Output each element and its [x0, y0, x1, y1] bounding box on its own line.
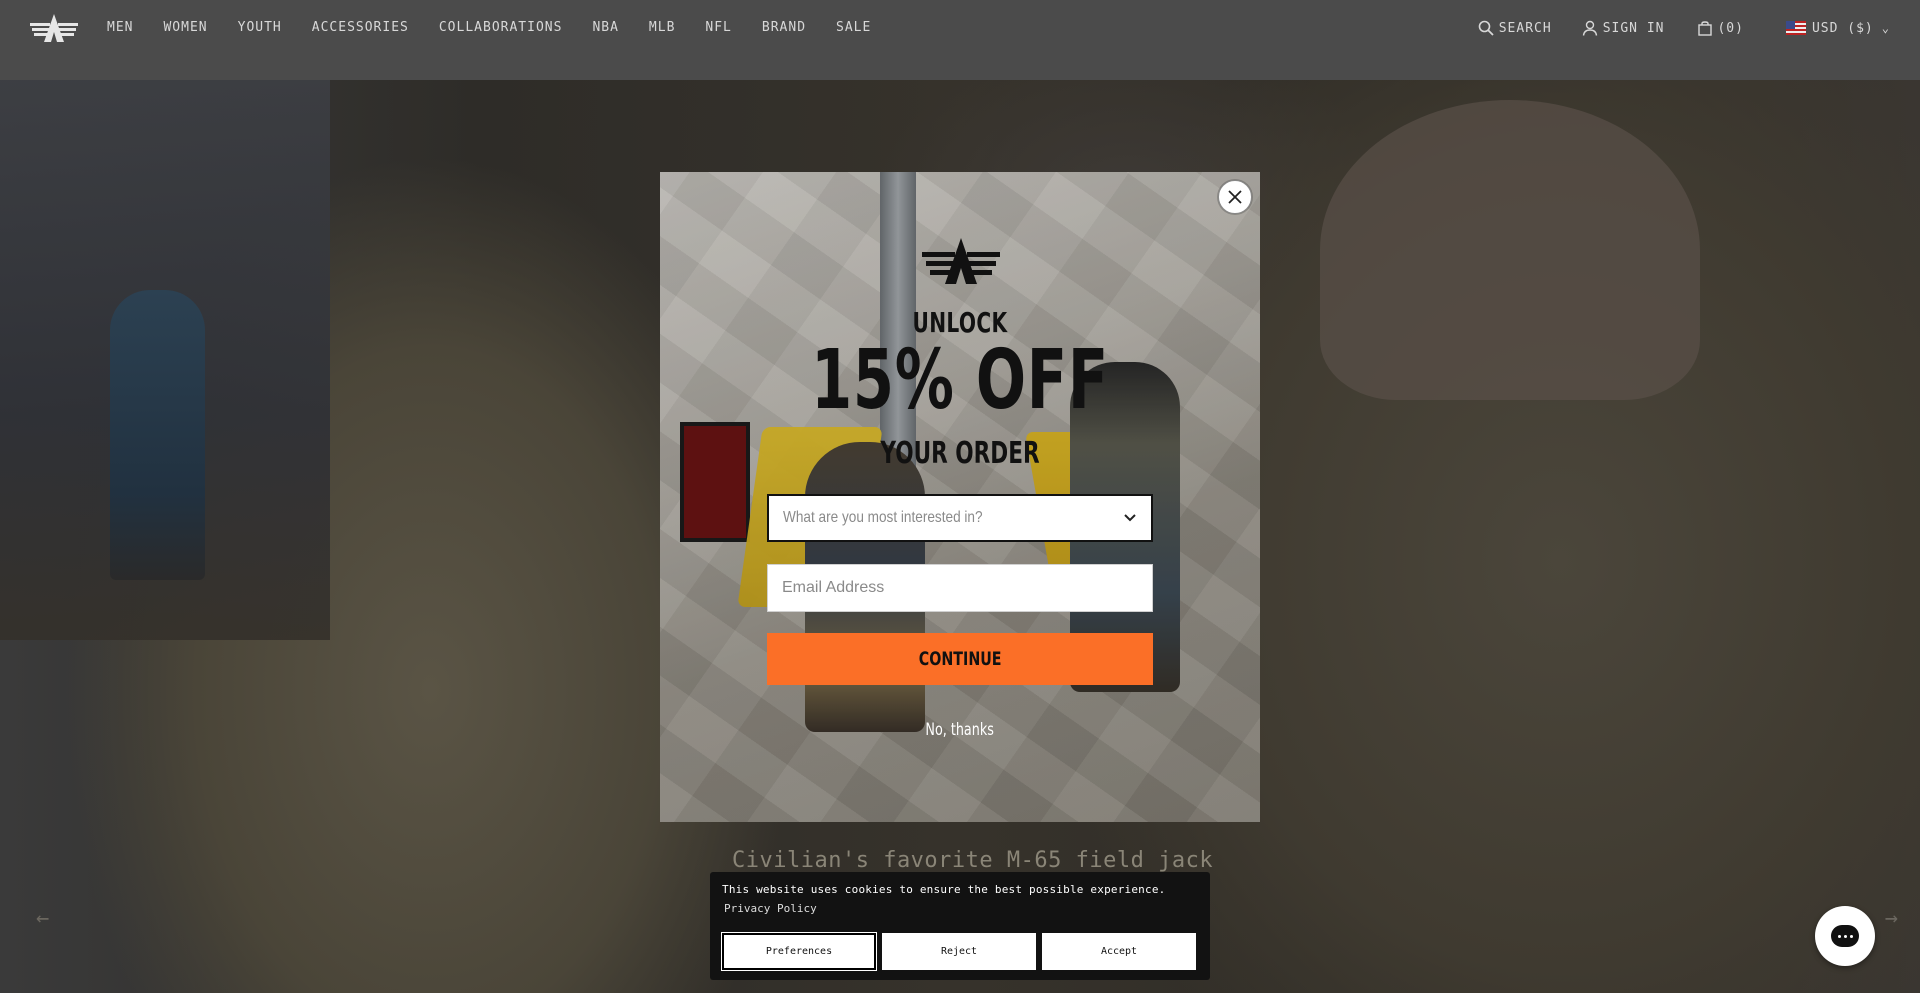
continue-label: CONTINUE [918, 648, 1002, 670]
chat-icon [1831, 925, 1859, 947]
nav-women[interactable]: WOMEN [163, 20, 207, 35]
email-field[interactable] [767, 564, 1153, 612]
bag-icon [1698, 20, 1713, 36]
continue-button[interactable]: CONTINUE [767, 633, 1153, 685]
user-icon [1582, 20, 1598, 36]
search-button[interactable]: SEARCH [1478, 20, 1552, 36]
nav-men[interactable]: MEN [107, 20, 133, 35]
no-thanks-label: No, thanks [925, 720, 995, 740]
interest-select-placeholder: What are you most interested in? [783, 509, 983, 526]
nav-accessories[interactable]: ACCESSORIES [312, 20, 409, 35]
nav-sale[interactable]: SALE [836, 20, 871, 35]
chevron-down-icon: ⌄ [1881, 21, 1890, 35]
search-icon [1478, 20, 1494, 36]
discount-modal: UNLOCK 15% OFF YOUR ORDER What are you m… [660, 172, 1260, 822]
main-nav: MEN WOMEN YOUTH ACCESSORIES COLLABORATIO… [107, 20, 901, 35]
sign-in-button[interactable]: SIGN IN [1582, 20, 1665, 36]
nav-nfl[interactable]: NFL [705, 20, 731, 35]
currency-label: USD ($) [1811, 20, 1874, 36]
sign-in-label: SIGN IN [1602, 20, 1665, 36]
cookie-banner: This website uses cookies to ensure the … [710, 872, 1210, 980]
carousel-prev-arrow-icon[interactable]: ← [36, 906, 49, 931]
close-icon [1228, 190, 1242, 204]
chat-button[interactable] [1815, 906, 1875, 966]
close-modal-button[interactable] [1218, 180, 1252, 214]
us-flag-icon [1785, 21, 1806, 35]
nav-brand[interactable]: BRAND [762, 20, 806, 35]
hero-photo-jacket-collar [1320, 100, 1700, 400]
cart-count: (0) [1717, 20, 1744, 36]
cookie-accept-button[interactable]: Accept [1042, 933, 1196, 970]
no-thanks-link[interactable]: No, thanks [660, 720, 1260, 740]
cookie-actions: Preferences Reject Accept [721, 932, 1196, 971]
hero-photo-pedestrian [110, 290, 205, 580]
nav-nba[interactable]: NBA [592, 20, 618, 35]
modal-discount-headline: 15% OFF [811, 333, 1109, 428]
cookie-preferences-button[interactable]: Preferences [721, 932, 877, 971]
alpha-logo-icon[interactable] [30, 13, 78, 43]
nav-collaborations[interactable]: COLLABORATIONS [439, 20, 563, 35]
cart-button[interactable]: (0) [1698, 20, 1743, 36]
header-utilities: SEARCH SIGN IN (0) USD ($) ⌄ [1478, 20, 1890, 36]
site-header: MEN WOMEN YOUTH ACCESSORIES COLLABORATIO… [0, 0, 1920, 80]
carousel-next-arrow-icon[interactable]: → [1885, 906, 1898, 931]
nav-youth[interactable]: YOUTH [238, 20, 282, 35]
nav-mlb[interactable]: MLB [649, 20, 675, 35]
cookie-message: This website uses cookies to ensure the … [722, 883, 1166, 896]
cookie-reject-button[interactable]: Reject [882, 933, 1036, 970]
hero-caption: Civilian's favorite M-65 field jack [732, 848, 1214, 873]
modal-your-order-text: YOUR ORDER [880, 436, 1040, 471]
interest-select[interactable]: What are you most interested in? [767, 494, 1153, 542]
search-label: SEARCH [1498, 20, 1552, 36]
currency-selector[interactable]: USD ($) ⌄ [1785, 20, 1890, 36]
chevron-down-icon [1124, 514, 1136, 522]
privacy-policy-link[interactable]: Privacy Policy [724, 902, 817, 915]
alpha-logo-icon [922, 238, 1000, 284]
